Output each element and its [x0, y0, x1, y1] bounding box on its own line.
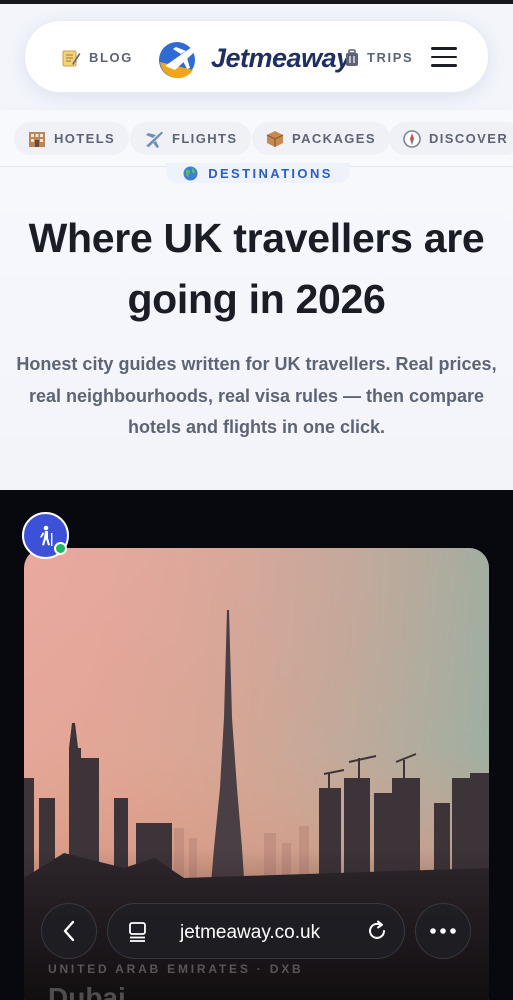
back-button[interactable]	[41, 903, 97, 959]
category-label: PACKAGES	[292, 131, 376, 146]
category-flights[interactable]: FLIGHTS	[130, 122, 252, 155]
reload-icon[interactable]	[366, 920, 388, 942]
chevron-left-icon	[63, 920, 75, 942]
globe-icon	[183, 166, 198, 180]
page-title: Where UK travellers are going in 2026	[28, 215, 485, 322]
memo-icon	[62, 50, 81, 66]
brand-name: Jetmeaway	[211, 42, 351, 73]
package-icon	[266, 130, 284, 147]
url-text: jetmeaway.co.uk	[180, 922, 321, 943]
hiker-icon	[39, 525, 52, 546]
category-hotels[interactable]: HOTELS	[14, 122, 130, 155]
menu-icon[interactable]	[431, 47, 457, 67]
more-dots-icon	[430, 928, 456, 934]
airplane-icon	[146, 131, 163, 148]
card-city: Dubai	[48, 982, 126, 1000]
category-label: DISCOVER	[429, 131, 509, 146]
blog-link[interactable]: BLOG	[61, 21, 133, 94]
address-bar[interactable]: jetmeaway.co.uk	[107, 903, 405, 959]
trips-link[interactable]: TRIPS	[345, 21, 413, 94]
category-label: FLIGHTS	[172, 131, 238, 146]
category-discover[interactable]: DISCOVER	[389, 122, 513, 155]
site-header: BLOG Jetmeaway TRIPS	[24, 20, 489, 93]
category-packages[interactable]: PACKAGES	[252, 122, 390, 155]
more-options-button[interactable]	[415, 903, 471, 959]
plane-globe-icon	[159, 42, 202, 79]
top-edge	[0, 0, 513, 4]
accessibility-button[interactable]	[22, 512, 69, 559]
compass-icon	[403, 129, 421, 148]
category-nav: HOTELS FLIGHTS PACKAGES DISCOVER	[0, 110, 513, 167]
brand-logo[interactable]: Jetmeaway	[155, 36, 351, 80]
online-status-dot	[54, 542, 67, 555]
page-subtitle: Honest city guides written for UK travel…	[16, 354, 497, 437]
tabs-icon	[129, 922, 146, 942]
category-label: HOTELS	[54, 131, 116, 146]
luggage-icon	[346, 48, 358, 66]
destinations-badge: DESTINATIONS	[166, 163, 350, 183]
hotel-icon	[29, 131, 45, 147]
trips-label: TRIPS	[367, 50, 414, 65]
blog-label: BLOG	[89, 50, 133, 65]
card-country: UNITED ARAB EMIRATES · DXB	[48, 962, 304, 976]
destinations-label: DESTINATIONS	[208, 165, 333, 181]
